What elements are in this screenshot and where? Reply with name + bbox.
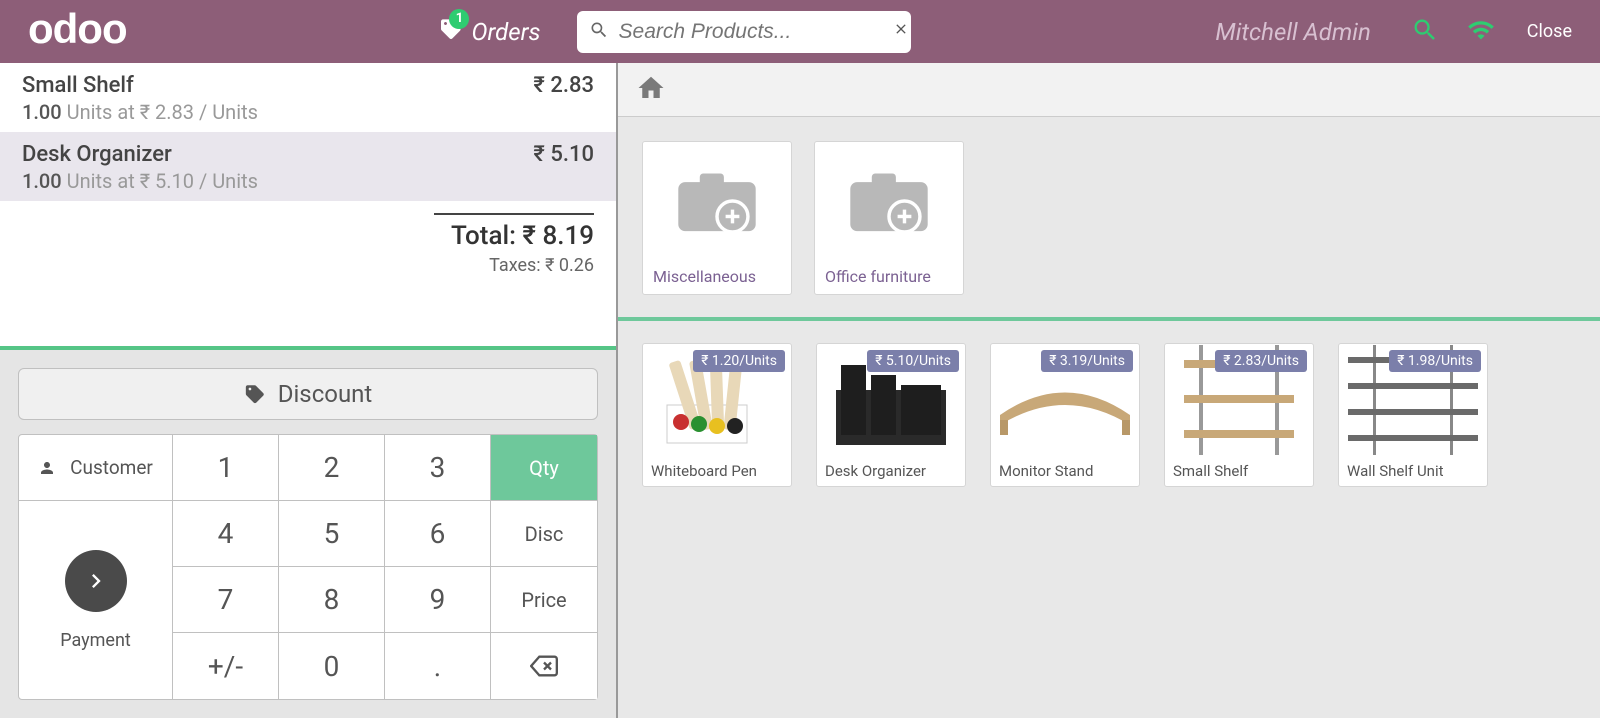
customer-label: Customer xyxy=(70,456,153,479)
orders-button[interactable]: 1 Orders xyxy=(439,17,540,47)
product-label: Desk Organizer xyxy=(817,456,965,486)
numpad-key-0[interactable]: 0 xyxy=(279,633,385,699)
product-card[interactable]: ₹ 1.98/Units Wall Shelf Unit xyxy=(1338,343,1488,487)
numpad-key-disc[interactable]: Disc xyxy=(491,501,597,567)
chevron-right-icon xyxy=(65,550,127,612)
tag-icon xyxy=(244,383,266,405)
search-box[interactable] xyxy=(577,11,911,53)
right-panel: Miscellaneous Office furniture ₹ 1.20/Uni… xyxy=(618,63,1600,718)
actionpad-area: Discount Customer Payment 123Qty456Dis xyxy=(0,346,616,718)
category-image xyxy=(643,142,791,259)
product-card[interactable]: ₹ 2.83/Units Small Shelf xyxy=(1164,343,1314,487)
camera-placeholder-icon xyxy=(846,166,932,236)
orderline-name: Desk Organizer xyxy=(22,142,258,167)
orders-badge: 1 xyxy=(449,9,469,29)
orderline-detail: 1.00 Units at ₹ 5.10 / Units xyxy=(22,169,258,193)
barcode-icon[interactable] xyxy=(1411,16,1439,48)
product-price-tag: ₹ 1.20/Units xyxy=(693,350,785,372)
customer-button[interactable]: Customer xyxy=(19,435,172,501)
numpad-key-9[interactable]: 9 xyxy=(385,567,491,633)
numpad-key-qty[interactable]: Qty xyxy=(491,435,597,501)
username[interactable]: Mitchell Admin xyxy=(1215,18,1370,46)
taxes: Taxes: ₹ 0.26 xyxy=(22,255,594,276)
home-icon[interactable] xyxy=(636,73,666,107)
numpad-key-4[interactable]: 4 xyxy=(173,501,279,567)
orderline-name: Small Shelf xyxy=(22,73,258,98)
category-card[interactable]: Office furniture xyxy=(814,141,964,295)
payment-label: Payment xyxy=(60,630,131,651)
numpad-key-3[interactable]: 3 xyxy=(385,435,491,501)
numpad-key-x[interactable] xyxy=(491,633,597,699)
numpad-key-2[interactable]: 2 xyxy=(279,435,385,501)
orderline-detail: 1.00 Units at ₹ 2.83 / Units xyxy=(22,100,258,124)
product-label: Monitor Stand xyxy=(991,456,1139,486)
category-card[interactable]: Miscellaneous xyxy=(642,141,792,295)
total: Total: ₹ 8.19 xyxy=(22,221,594,251)
user-icon xyxy=(38,459,56,477)
product-label: Small Shelf xyxy=(1165,456,1313,486)
numpad-key-x[interactable]: . xyxy=(385,633,491,699)
tag-icon: 1 xyxy=(439,17,463,47)
product-label: Wall Shelf Unit xyxy=(1339,456,1487,486)
orders-label: Orders xyxy=(471,18,540,46)
numpad-key-price[interactable]: Price xyxy=(491,567,597,633)
numpad-key-1[interactable]: 1 xyxy=(173,435,279,501)
payment-button[interactable]: Payment xyxy=(19,501,172,699)
category-image xyxy=(815,142,963,259)
order-line[interactable]: Small Shelf 1.00 Units at ₹ 2.83 / Units… xyxy=(0,63,616,132)
numpad-key-6[interactable]: 6 xyxy=(385,501,491,567)
logo: odoo xyxy=(0,5,155,59)
product-card[interactable]: ₹ 5.10/Units Desk Organizer xyxy=(816,343,966,487)
left-panel: Small Shelf 1.00 Units at ₹ 2.83 / Units… xyxy=(0,63,618,718)
numpad-key-7[interactable]: 7 xyxy=(173,567,279,633)
products: ₹ 1.20/Units Whiteboard Pen ₹ 5.10/Units De… xyxy=(618,321,1600,509)
numpad-key-xxx[interactable]: +/- xyxy=(173,633,279,699)
numpad-key-5[interactable]: 5 xyxy=(279,501,385,567)
product-price-tag: ₹ 1.98/Units xyxy=(1389,350,1481,372)
product-price-tag: ₹ 2.83/Units xyxy=(1215,350,1307,372)
category-label: Miscellaneous xyxy=(643,259,791,294)
search-icon xyxy=(589,20,609,44)
orderline-price: ₹ 5.10 xyxy=(533,142,594,167)
product-price-tag: ₹ 3.19/Units xyxy=(1041,350,1133,372)
product-label: Whiteboard Pen xyxy=(643,456,791,486)
discount-label: Discount xyxy=(278,380,373,408)
clear-search-icon[interactable] xyxy=(893,21,909,42)
order-summary: Total: ₹ 8.19 Taxes: ₹ 0.26 xyxy=(0,201,616,288)
topbar: odoo 1 Orders Mitchell Admin Close xyxy=(0,0,1600,63)
customer-col: Customer Payment xyxy=(19,435,173,699)
categories: Miscellaneous Office furniture xyxy=(618,117,1600,321)
order-line[interactable]: Desk Organizer 1.00 Units at ₹ 5.10 / Un… xyxy=(0,132,616,201)
orderline-price: ₹ 2.83 xyxy=(533,73,594,98)
product-card[interactable]: ₹ 3.19/Units Monitor Stand xyxy=(990,343,1140,487)
numpad: 123Qty 456Disc 789Price +/-0. xyxy=(173,435,597,699)
breadcrumb xyxy=(618,63,1600,117)
backspace-icon xyxy=(530,652,558,680)
product-price-tag: ₹ 5.10/Units xyxy=(867,350,959,372)
main: Small Shelf 1.00 Units at ₹ 2.83 / Units… xyxy=(0,63,1600,718)
close-button[interactable]: Close xyxy=(1527,21,1572,42)
product-card[interactable]: ₹ 1.20/Units Whiteboard Pen xyxy=(642,343,792,487)
category-label: Office furniture xyxy=(815,259,963,294)
discount-button[interactable]: Discount xyxy=(18,368,598,420)
search-input[interactable] xyxy=(619,20,893,44)
camera-placeholder-icon xyxy=(674,166,760,236)
keypad-area: Customer Payment 123Qty 456Disc 789Price +/… xyxy=(18,434,598,700)
wifi-icon xyxy=(1467,16,1495,48)
order-lines: Small Shelf 1.00 Units at ₹ 2.83 / Units… xyxy=(0,63,616,201)
numpad-key-8[interactable]: 8 xyxy=(279,567,385,633)
